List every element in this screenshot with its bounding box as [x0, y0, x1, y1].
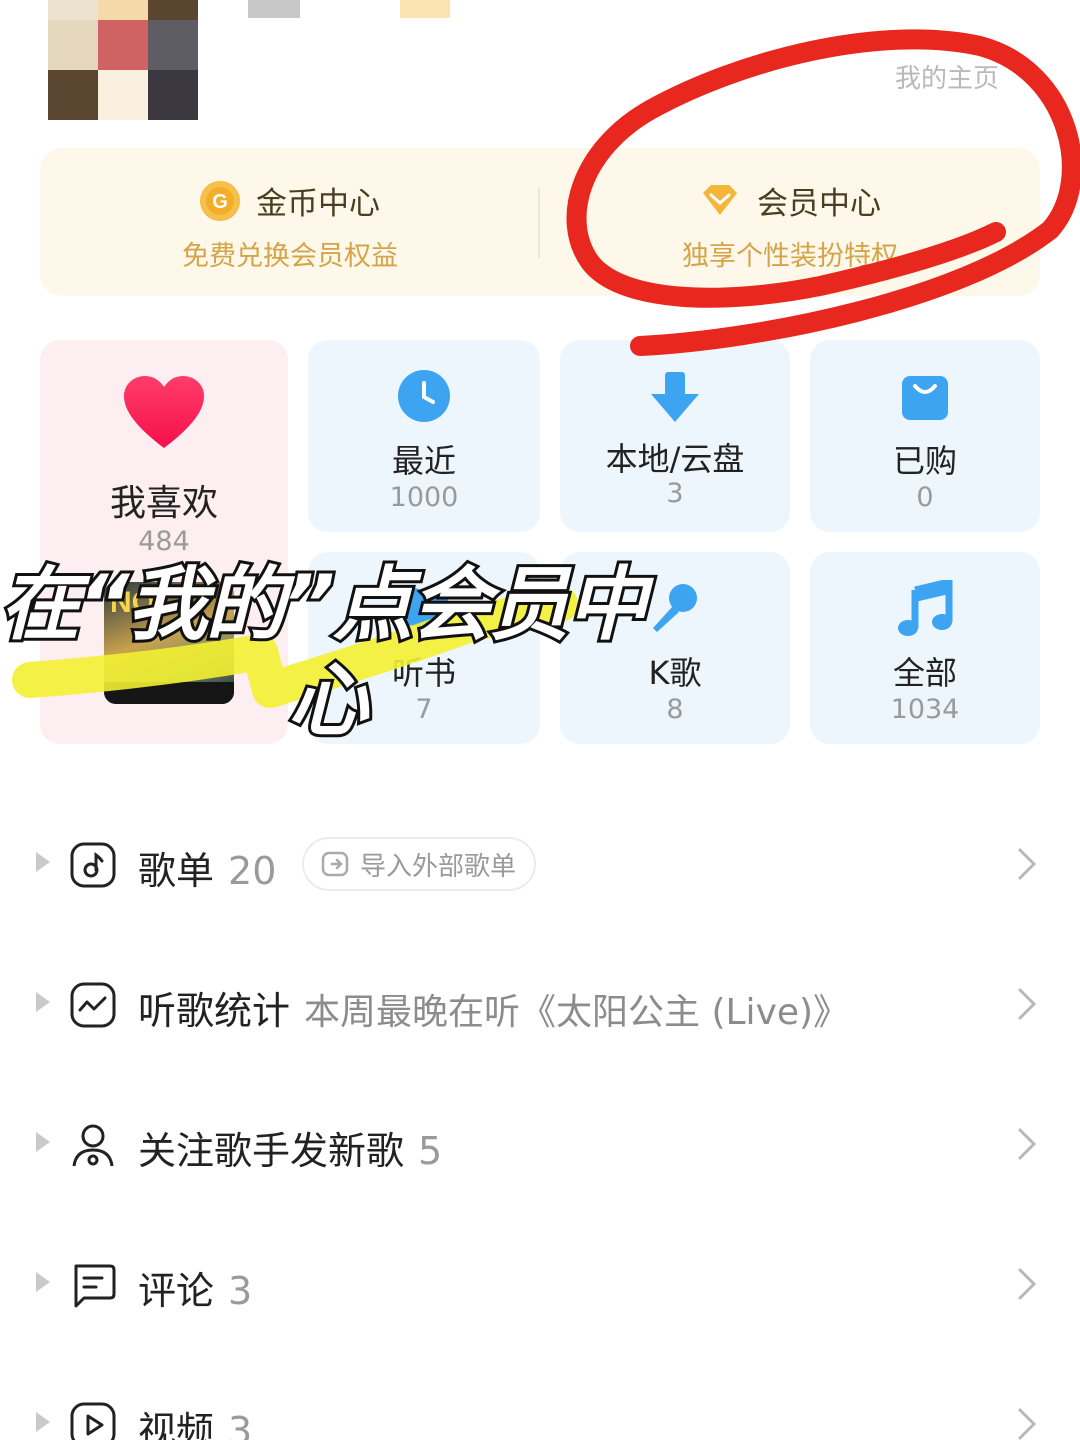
caption-line-2: 心	[285, 651, 371, 750]
diamond-icon	[699, 181, 741, 221]
badge-blur	[400, 0, 450, 18]
import-external-playlist-button[interactable]: 导入外部歌单	[302, 837, 537, 891]
tile-recent[interactable]: 最近 1000	[308, 340, 540, 532]
tile-label: 本地/云盘	[605, 440, 745, 478]
row-count: 3	[228, 1409, 253, 1440]
stats-chart-icon	[70, 982, 116, 1028]
tile-count: 8	[666, 694, 684, 725]
expand-triangle-icon[interactable]	[36, 1132, 50, 1152]
tile-label: 最近	[391, 442, 456, 480]
download-arrow-icon	[647, 370, 703, 430]
expand-triangle-icon[interactable]	[36, 1272, 50, 1292]
video-play-icon	[70, 1402, 116, 1440]
row-title: 关注歌手发新歌	[138, 1129, 405, 1173]
username-blur	[248, 0, 300, 18]
vip-center-subtitle: 独享个性装扮特权	[682, 241, 898, 272]
row-count: 20	[228, 849, 277, 893]
row-subtitle: 本周最晚在听《太阳公主 (Live)》	[304, 992, 850, 1033]
import-icon	[321, 851, 349, 877]
list-item-playlists[interactable]: 歌单 20 导入外部歌单	[0, 824, 1080, 904]
tile-count: 3	[666, 478, 684, 509]
promo-card: G 金币中心 免费兑换会员权益 会员中心 独享个性装扮特权	[40, 148, 1040, 296]
tile-count: 1000	[389, 482, 459, 513]
expand-triangle-icon[interactable]	[36, 1412, 50, 1432]
tile-count: 1034	[890, 694, 960, 725]
vip-center-title: 会员中心	[757, 186, 881, 222]
row-title: 歌单	[138, 849, 215, 893]
import-button-label: 导入外部歌单	[360, 851, 517, 882]
music-note-icon	[897, 577, 953, 642]
tile-label: 已购	[892, 442, 957, 480]
tile-local-cloud[interactable]: 本地/云盘 3	[560, 340, 790, 532]
coin-g-icon: G	[200, 180, 240, 221]
row-title: 听歌统计	[138, 989, 291, 1033]
vip-center-button[interactable]: 会员中心 独享个性装扮特权	[540, 148, 1040, 296]
row-title: 视频	[138, 1409, 215, 1440]
coin-center-title: 金币中心	[256, 186, 380, 222]
svg-text:G: G	[212, 191, 228, 213]
chevron-right-icon[interactable]	[1012, 986, 1042, 1022]
tile-label: 全部	[892, 654, 957, 692]
tile-all[interactable]: 全部 1034	[810, 552, 1040, 744]
chevron-right-icon[interactable]	[1012, 1266, 1042, 1302]
chevron-right-icon[interactable]	[1012, 1406, 1042, 1440]
row-title: 评论	[138, 1269, 215, 1313]
expand-triangle-icon[interactable]	[36, 852, 50, 872]
list-item-followed-artists[interactable]: 关注歌手发新歌 5	[0, 1104, 1080, 1184]
expand-triangle-icon[interactable]	[36, 992, 50, 1012]
tile-count: 0	[916, 482, 934, 513]
chevron-right-icon[interactable]	[1012, 846, 1042, 882]
comment-icon	[70, 1262, 116, 1308]
list-item-comments[interactable]: 评论 3	[0, 1244, 1080, 1324]
coin-center-button[interactable]: G 金币中心 免费兑换会员权益	[40, 148, 540, 296]
artist-person-icon	[70, 1122, 116, 1168]
row-count: 5	[418, 1129, 443, 1173]
playlist-note-icon	[70, 842, 116, 888]
coin-center-subtitle: 免费兑换会员权益	[182, 241, 398, 272]
tile-label: 我喜欢	[109, 483, 218, 524]
chevron-right-icon[interactable]	[1012, 1126, 1042, 1162]
heart-icon	[122, 374, 206, 454]
shopping-bag-icon	[900, 370, 950, 426]
clock-icon	[396, 368, 452, 428]
microphone-icon	[647, 582, 703, 638]
my-homepage-link[interactable]: 我的主页	[895, 58, 999, 95]
list-item-videos[interactable]: 视频 3	[0, 1384, 1080, 1440]
list-item-listening-stats[interactable]: 听歌统计 本周最晚在听《太阳公主 (Live)》	[0, 964, 1080, 1044]
tile-purchased[interactable]: 已购 0	[810, 340, 1040, 532]
row-count: 3	[228, 1269, 253, 1313]
avatar[interactable]	[48, 0, 200, 120]
